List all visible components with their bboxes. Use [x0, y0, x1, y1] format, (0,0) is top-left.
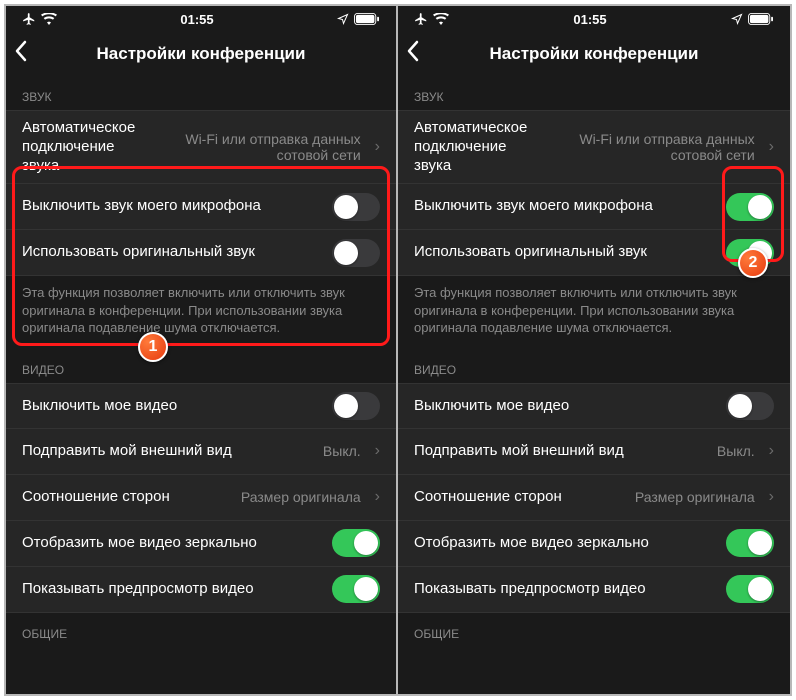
airplane-icon [22, 12, 36, 26]
wifi-icon [433, 13, 449, 25]
toggle-preview[interactable] [332, 575, 380, 603]
chevron-right-icon: › [375, 442, 380, 460]
toggle-preview[interactable] [726, 575, 774, 603]
chevron-right-icon: › [769, 138, 774, 156]
badge-2: 2 [738, 248, 768, 278]
row-mute-mic[interactable]: Выключить звук моего микрофона [398, 184, 790, 230]
toggle-mute-mic[interactable] [332, 193, 380, 221]
section-video: ВИДЕО [6, 349, 396, 383]
row-mirror[interactable]: Отобразить мое видео зеркально [6, 521, 396, 567]
status-bar: 01:55 [398, 6, 790, 32]
row-mute-mic[interactable]: Выключить звук моего микрофона [6, 184, 396, 230]
status-time: 01:55 [180, 12, 213, 27]
section-general: ОБЩИЕ [398, 613, 790, 647]
row-orig-sound[interactable]: Использовать оригинальный звук [398, 230, 790, 276]
header: Настройки конференции [398, 32, 790, 76]
orig-sound-desc: Эта функция позволяет включить или отклю… [398, 276, 790, 349]
wifi-icon [41, 13, 57, 25]
location-icon [731, 13, 743, 25]
row-aspect[interactable]: Соотношение сторон Размер оригинала › [398, 475, 790, 521]
chevron-right-icon: › [769, 442, 774, 460]
page-title: Настройки конференции [6, 44, 396, 64]
row-touch-up[interactable]: Подправить мой внешний вид Выкл. › [398, 429, 790, 475]
location-icon [337, 13, 349, 25]
status-time: 01:55 [573, 12, 606, 27]
battery-icon [748, 13, 774, 25]
section-sound: ЗВУК [398, 76, 790, 110]
chevron-right-icon: › [769, 488, 774, 506]
toggle-video-off[interactable] [726, 392, 774, 420]
section-general: ОБЩИЕ [6, 613, 396, 647]
toggle-mute-mic[interactable] [726, 193, 774, 221]
pane-left: 01:55 Настройки конференции ЗВУК Автомат… [6, 6, 398, 694]
section-sound: ЗВУК [6, 76, 396, 110]
page-title: Настройки конференции [398, 44, 790, 64]
row-preview[interactable]: Показывать предпросмотр видео [6, 567, 396, 613]
back-button[interactable] [406, 40, 420, 68]
pane-right: 01:55 Настройки конференции ЗВУК Автомат… [398, 6, 790, 694]
toggle-mirror[interactable] [332, 529, 380, 557]
row-aspect[interactable]: Соотношение сторон Размер оригинала › [6, 475, 396, 521]
section-video: ВИДЕО [398, 349, 790, 383]
toggle-orig-sound[interactable] [332, 239, 380, 267]
row-mirror[interactable]: Отобразить мое видео зеркально [398, 521, 790, 567]
chevron-right-icon: › [375, 488, 380, 506]
row-video-off[interactable]: Выключить мое видео [6, 383, 396, 429]
row-video-off[interactable]: Выключить мое видео [398, 383, 790, 429]
battery-icon [354, 13, 380, 25]
status-bar: 01:55 [6, 6, 396, 32]
row-auto-audio[interactable]: Автоматическое подключение звука Wi-Fi и… [398, 110, 790, 184]
orig-sound-desc: Эта функция позволяет включить или отклю… [6, 276, 396, 349]
row-orig-sound[interactable]: Использовать оригинальный звук [6, 230, 396, 276]
airplane-icon [414, 12, 428, 26]
badge-1: 1 [138, 332, 168, 362]
toggle-mirror[interactable] [726, 529, 774, 557]
header: Настройки конференции [6, 32, 396, 76]
toggle-video-off[interactable] [332, 392, 380, 420]
row-preview[interactable]: Показывать предпросмотр видео [398, 567, 790, 613]
chevron-right-icon: › [375, 138, 380, 156]
row-touch-up[interactable]: Подправить мой внешний вид Выкл. › [6, 429, 396, 475]
back-button[interactable] [14, 40, 28, 68]
row-auto-audio[interactable]: Автоматическое подключение звука Wi-Fi и… [6, 110, 396, 184]
